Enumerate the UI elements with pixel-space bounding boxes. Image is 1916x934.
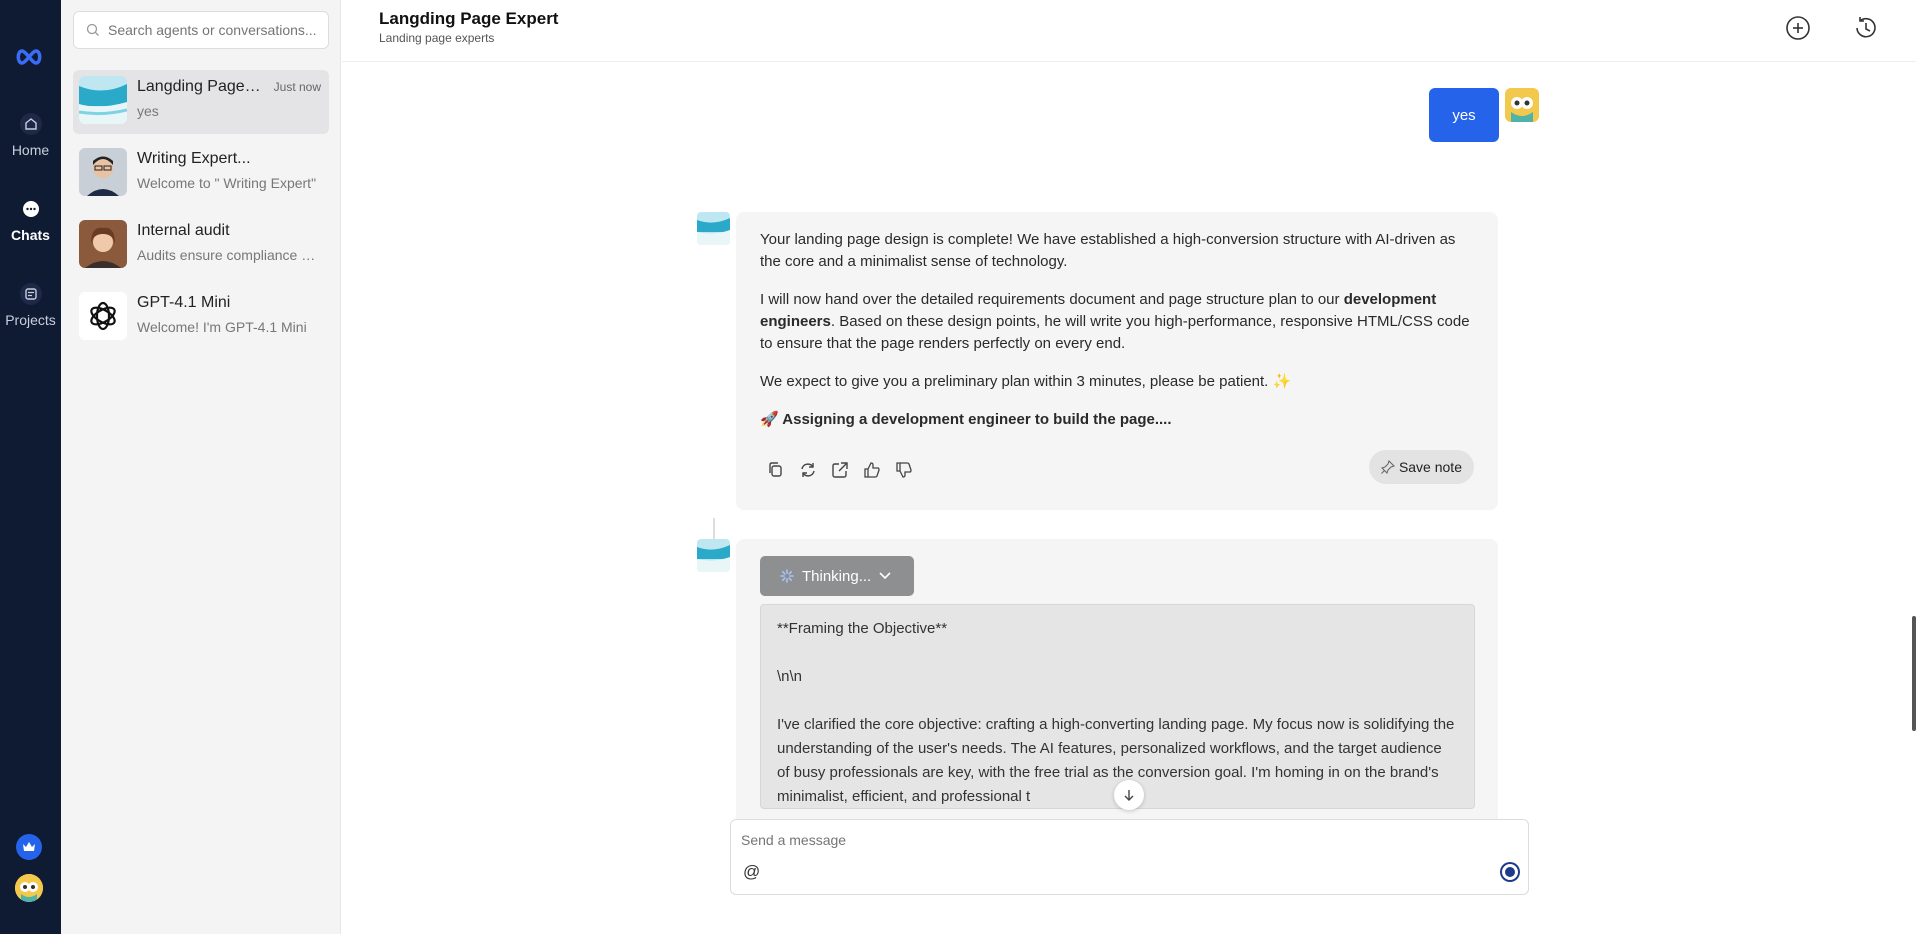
user-avatar[interactable] bbox=[15, 874, 43, 902]
share-icon[interactable] bbox=[830, 460, 850, 480]
owl-avatar-icon bbox=[1505, 88, 1539, 122]
save-note-button[interactable]: Save note bbox=[1368, 450, 1474, 484]
save-note-label: Save note bbox=[1398, 459, 1462, 475]
rail-chats[interactable]: Chats bbox=[0, 197, 61, 243]
rail-chats-label: Chats bbox=[11, 227, 50, 243]
conversation-preview: yes bbox=[137, 103, 159, 119]
conversation-time: Just now bbox=[273, 80, 321, 94]
text-span: . Based on these design points, he will … bbox=[760, 313, 1470, 352]
thumbs-down-icon[interactable] bbox=[894, 460, 914, 480]
conversation-preview: Welcome! I'm GPT-4.1 Mini bbox=[137, 319, 307, 335]
rail-home[interactable]: Home bbox=[0, 112, 61, 158]
chat-icon bbox=[22, 201, 39, 217]
conversation-item-internal-audit[interactable]: Internal audit Audits ensure compliance … bbox=[73, 214, 329, 278]
projects-icon bbox=[19, 283, 42, 305]
spinner-icon bbox=[780, 569, 794, 583]
beach-avatar-icon bbox=[697, 212, 730, 245]
user-message-bubble: yes bbox=[1429, 88, 1499, 142]
beach-thumbnail-icon bbox=[79, 76, 127, 124]
user-message-text: yes bbox=[1452, 106, 1476, 124]
regenerate-icon[interactable] bbox=[798, 460, 818, 480]
search-box[interactable] bbox=[73, 11, 329, 49]
app-logo-icon[interactable] bbox=[14, 48, 44, 66]
thumbs-up-icon[interactable] bbox=[862, 460, 882, 480]
thinking-toggle-button[interactable]: Thinking... bbox=[760, 556, 914, 596]
page-title: Langding Page Expert bbox=[379, 9, 559, 28]
conversation-name: Langding Page Expert bbox=[137, 78, 262, 95]
scrollbar[interactable] bbox=[1912, 616, 1916, 731]
resize-handle[interactable] bbox=[713, 518, 715, 540]
scroll-to-bottom-button[interactable] bbox=[1114, 780, 1144, 810]
history-icon[interactable] bbox=[1851, 13, 1881, 43]
conversation-item-gpt-41-mini[interactable]: GPT-4.1 Mini Welcome! I'm GPT-4.1 Mini bbox=[73, 286, 329, 350]
home-icon bbox=[19, 113, 42, 135]
conversation-name: Writing Expert... bbox=[137, 150, 251, 167]
rail-projects[interactable]: Projects bbox=[0, 282, 61, 328]
chevron-down-icon bbox=[879, 572, 891, 580]
text-span: I will now hand over the detailed requir… bbox=[760, 291, 1344, 308]
new-chat-icon[interactable] bbox=[1783, 13, 1813, 43]
owl-avatar-icon bbox=[15, 874, 43, 902]
conversation-preview: Audits ensure compliance with bbox=[137, 247, 319, 263]
left-rail: Home Chats Projects bbox=[0, 0, 61, 934]
message-actions bbox=[766, 460, 914, 480]
send-icon[interactable] bbox=[1502, 864, 1518, 880]
thinking-line: **Framing the Objective** bbox=[777, 620, 948, 637]
page-subtitle: Landing page experts bbox=[379, 31, 495, 45]
conversation-name: GPT-4.1 Mini bbox=[137, 294, 231, 311]
rail-projects-label: Projects bbox=[5, 312, 56, 328]
thinking-line: \n\n bbox=[777, 668, 803, 685]
bot-avatar bbox=[697, 212, 730, 245]
openai-logo-icon bbox=[79, 292, 127, 340]
conversation-preview: Welcome to " Writing Expert" bbox=[137, 175, 317, 191]
conversation-sidebar: Langding Page Expert Just now yes Writin… bbox=[61, 0, 341, 934]
upgrade-button[interactable] bbox=[16, 834, 42, 860]
chat-area: yes Your landing page design is complete… bbox=[342, 63, 1916, 934]
rail-home-label: Home bbox=[11, 142, 50, 158]
arrow-down-icon bbox=[1124, 790, 1134, 801]
conversation-name: Internal audit bbox=[137, 222, 230, 239]
search-icon bbox=[86, 23, 99, 36]
bot-message-paragraph: We expect to give you a preliminary plan… bbox=[760, 373, 1292, 390]
conversation-item-landing-page-expert[interactable]: Langding Page Expert Just now yes bbox=[73, 70, 329, 134]
bot-message-paragraph: Your landing page design is complete! We… bbox=[760, 231, 1456, 270]
bot-avatar bbox=[697, 539, 730, 572]
copy-icon[interactable] bbox=[766, 460, 786, 480]
pin-icon bbox=[1380, 460, 1395, 474]
search-input[interactable] bbox=[108, 22, 318, 38]
chat-header: Langding Page Expert Landing page expert… bbox=[342, 0, 1916, 62]
man-portrait-thumbnail-icon bbox=[79, 148, 127, 196]
crown-icon bbox=[23, 842, 35, 851]
mention-button[interactable]: @ bbox=[743, 862, 760, 882]
conversation-item-writing-expert[interactable]: Writing Expert... Welcome to " Writing E… bbox=[73, 142, 329, 206]
bot-message-paragraph: I will now hand over the detailed requir… bbox=[760, 289, 1474, 355]
message-composer[interactable]: @ bbox=[730, 819, 1529, 895]
bot-message-status: 🚀 Assigning a development engineer to bu… bbox=[760, 411, 1172, 428]
message-input[interactable] bbox=[741, 832, 1441, 848]
beach-avatar-icon bbox=[697, 539, 730, 572]
thinking-content: **Framing the Objective** \n\n I've clar… bbox=[760, 604, 1475, 809]
woman-portrait-thumbnail-icon bbox=[79, 220, 127, 268]
bot-message: Your landing page design is complete! We… bbox=[736, 212, 1498, 510]
thinking-label: Thinking... bbox=[802, 567, 872, 585]
